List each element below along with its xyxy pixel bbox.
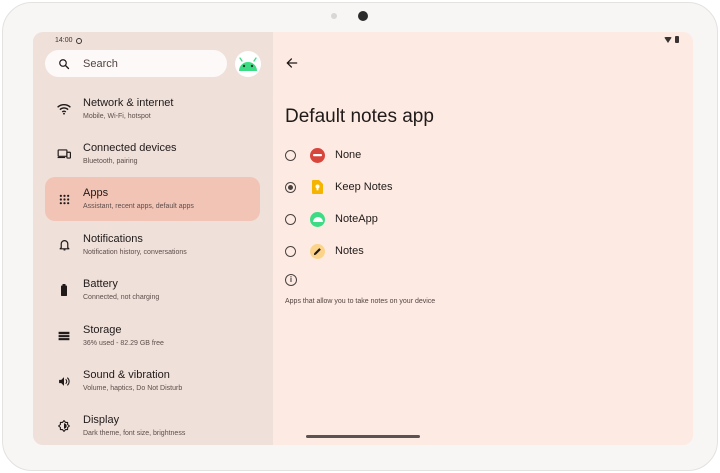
radio-button[interactable] [285, 245, 296, 257]
sidebar-item-subtitle: 36% used - 82.29 GB free [83, 339, 164, 347]
sidebar-item-connected-devices[interactable]: Connected devices Bluetooth, pairing [45, 132, 260, 176]
wifi-status-icon [664, 36, 672, 43]
option-noteapp[interactable]: NoteApp [285, 208, 378, 230]
radio-button[interactable] [285, 213, 296, 225]
sidebar-item-sound[interactable]: Sound & vibration Volume, haptics, Do No… [45, 359, 260, 403]
display-icon [57, 419, 71, 433]
screen: 14:00 Search Network & internet Mobile, … [33, 32, 693, 445]
status-icons [664, 36, 679, 43]
wifi-icon [57, 102, 71, 116]
sidebar-item-subtitle: Notification history, conversations [83, 248, 187, 256]
sidebar-item-subtitle: Volume, haptics, Do Not Disturb [83, 384, 183, 392]
search-placeholder: Search [83, 57, 118, 70]
radio-button[interactable] [285, 149, 296, 161]
sidebar-item-title: Display [83, 413, 120, 426]
page-title: Default notes app [285, 106, 434, 127]
info-icon: i [285, 274, 297, 286]
sensor-dot [331, 13, 337, 19]
storage-icon [57, 329, 71, 343]
option-label: Keep Notes [335, 181, 393, 193]
tablet-frame: 14:00 Search Network & internet Mobile, … [2, 2, 718, 471]
detail-pane: Default notes app None Keep Notes NoteAp… [273, 32, 693, 445]
battery-icon [57, 283, 71, 297]
settings-sidebar: 14:00 Search Network & internet Mobile, … [33, 32, 273, 445]
sidebar-item-title: Notifications [83, 232, 143, 245]
footer-description: Apps that allow you to take notes on you… [285, 298, 436, 305]
front-camera [358, 11, 368, 21]
sidebar-item-subtitle: Bluetooth, pairing [83, 157, 138, 165]
back-arrow-icon[interactable] [285, 56, 299, 70]
none-icon [310, 147, 325, 163]
sidebar-item-title: Storage [83, 323, 122, 336]
speaker-icon [57, 374, 71, 388]
status-clock: 14:00 [55, 37, 73, 44]
android-avatar-icon [239, 57, 257, 71]
sidebar-item-subtitle: Mobile, Wi-Fi, hotspot [83, 112, 151, 120]
devices-icon [57, 147, 71, 161]
android-icon [310, 211, 325, 227]
option-label: None [335, 149, 362, 161]
avatar[interactable] [235, 51, 261, 77]
keep-notes-icon [310, 180, 325, 195]
option-label: NoteApp [335, 213, 378, 225]
sidebar-item-title: Network & internet [83, 96, 174, 109]
dnd-status-icon [75, 37, 82, 44]
bell-icon [57, 238, 71, 252]
sidebar-item-title: Apps [83, 186, 109, 199]
gesture-nav-handle[interactable] [306, 435, 420, 438]
sidebar-item-notifications[interactable]: Notifications Notification history, conv… [45, 223, 260, 267]
sidebar-item-storage[interactable]: Storage 36% used - 82.29 GB free [45, 314, 260, 358]
option-keep-notes[interactable]: Keep Notes [285, 176, 392, 198]
search-bar[interactable]: Search [45, 50, 227, 77]
sidebar-item-title: Battery [83, 277, 118, 290]
apps-grid-icon [57, 192, 71, 206]
pencil-icon [310, 243, 325, 259]
option-none[interactable]: None [285, 144, 361, 166]
sidebar-item-title: Sound & vibration [83, 368, 170, 381]
status-time: 14:00 [55, 37, 82, 44]
sidebar-item-display[interactable]: Display Dark theme, font size, brightnes… [45, 404, 260, 445]
option-label: Notes [335, 245, 364, 257]
sidebar-item-subtitle: Dark theme, font size, brightness [83, 429, 186, 437]
option-notes[interactable]: Notes [285, 240, 364, 262]
battery-status-icon [675, 36, 679, 43]
sidebar-item-subtitle: Assistant, recent apps, default apps [83, 202, 194, 210]
sidebar-item-title: Connected devices [83, 141, 177, 154]
sidebar-item-subtitle: Connected, not charging [83, 293, 160, 301]
sidebar-item-network[interactable]: Network & internet Mobile, Wi-Fi, hotspo… [45, 87, 260, 131]
sidebar-item-apps[interactable]: Apps Assistant, recent apps, default app… [45, 177, 260, 221]
radio-button-selected[interactable] [285, 181, 296, 193]
search-icon [59, 58, 70, 69]
sidebar-item-battery[interactable]: Battery Connected, not charging [45, 268, 260, 312]
